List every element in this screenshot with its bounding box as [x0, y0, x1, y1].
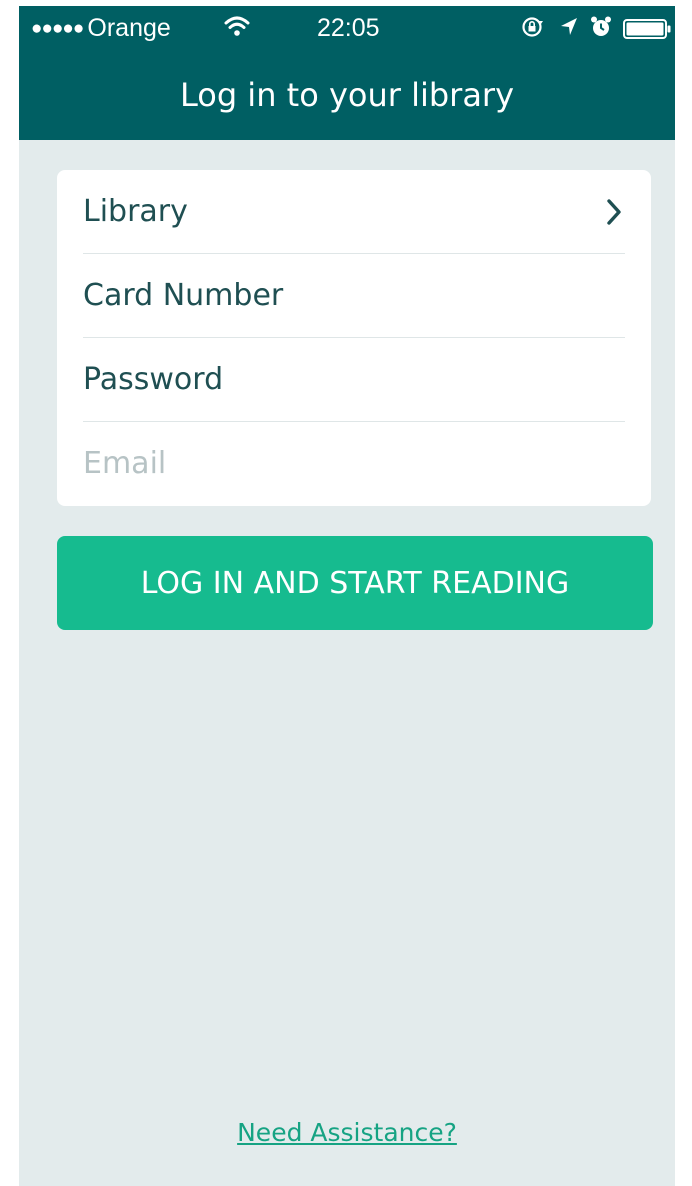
orientation-lock-icon	[521, 16, 545, 45]
need-assistance-link[interactable]: Need Assistance?	[237, 1118, 457, 1147]
phone-screen: ●●●●● Orange 22:05 Log in to your librar…	[19, 6, 675, 1186]
battery-icon	[623, 17, 671, 46]
location-icon	[559, 16, 579, 45]
page-title: Log in to your library	[179, 76, 515, 114]
library-label: Library	[83, 194, 188, 229]
wifi-icon	[224, 15, 250, 44]
email-placeholder: Email	[83, 446, 167, 481]
status-time: 22:05	[317, 14, 380, 42]
password-field[interactable]: Password	[83, 338, 625, 422]
carrier-name: Orange	[87, 14, 171, 42]
assistance-area: Need Assistance?	[19, 1118, 675, 1147]
card-number-field[interactable]: Card Number	[83, 254, 625, 338]
chevron-right-icon	[605, 198, 623, 230]
header-bar: ●●●●● Orange 22:05 Log in to your librar…	[19, 6, 675, 140]
carrier-info: ●●●●● Orange	[31, 14, 171, 43]
card-number-label: Card Number	[83, 278, 284, 313]
email-field[interactable]: Email	[83, 422, 625, 506]
signal-strength: ●●●●●	[31, 18, 84, 39]
alarm-icon	[589, 15, 613, 46]
password-label: Password	[83, 362, 224, 397]
status-bar: ●●●●● Orange 22:05	[19, 6, 675, 50]
login-form-card: Library Card Number Password Email	[57, 170, 651, 506]
library-selector[interactable]: Library	[83, 170, 625, 254]
login-button[interactable]: LOG IN AND START READING	[57, 536, 653, 630]
